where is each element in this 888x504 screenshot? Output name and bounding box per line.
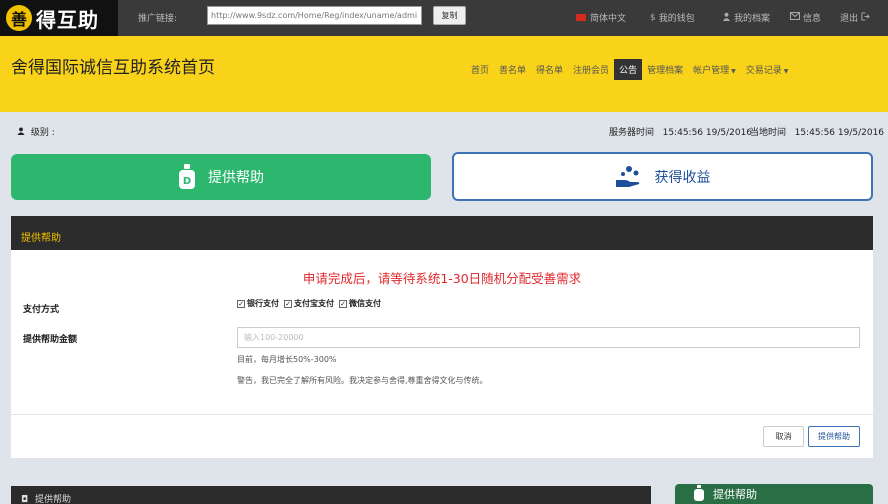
top-bar: 善 得互助 推广链接: 复制 简体中文 $ 我的钱包 我的档案 信息 退出: [0, 0, 888, 36]
server-time: 服务器时间 15:45:56 19/5/2016: [609, 125, 752, 138]
messages-label: 信息: [803, 14, 822, 24]
wallet-label: 我的钱包: [658, 14, 695, 24]
language-label: 简体中文: [590, 14, 627, 24]
top-nav-messages[interactable]: 信息: [790, 11, 821, 24]
promo-link-input[interactable]: [207, 6, 422, 25]
payment-options: ✓ 银行支付 ✓ 支付宝支付 ✓ 微信支付: [237, 298, 386, 309]
bottom-panel-title: 提供帮助: [35, 495, 72, 504]
payment-bank-label: 银行支付: [247, 299, 279, 308]
nav-receiver-list[interactable]: 得名单: [531, 59, 568, 80]
level-label: 级别 :: [30, 128, 55, 138]
envelope-icon: [790, 12, 800, 23]
checkbox-checked-icon[interactable]: ✓: [284, 299, 292, 308]
level-info: 级别 :: [17, 125, 55, 138]
caret-down-icon: ▼: [783, 68, 789, 75]
server-time-label: 服务器时间: [609, 128, 655, 138]
coins-hand-icon: [615, 164, 643, 190]
nav-account-management[interactable]: 帐户管理 ▼: [688, 59, 741, 80]
amount-input[interactable]: 输入100-20000: [237, 327, 860, 348]
top-nav-language[interactable]: 简体中文: [576, 11, 626, 24]
top-nav-profile[interactable]: 我的档案: [722, 11, 770, 24]
user-icon: [722, 12, 731, 24]
logo-text: 得互助: [36, 7, 99, 32]
server-time-value: 15:45:56 19/5/2016: [662, 128, 753, 138]
get-benefit-button[interactable]: 获得收益: [452, 152, 873, 201]
local-time-label: 当地时间: [750, 128, 787, 138]
checkbox-checked-icon[interactable]: ✓: [339, 299, 347, 308]
nav-register-member[interactable]: 注册会员: [568, 59, 614, 80]
logout-label: 退出: [840, 14, 859, 24]
logo-mark: 善: [6, 5, 32, 31]
list-icon: ◘: [21, 495, 29, 504]
growth-hint: 目前，每月增长50%-300%: [237, 355, 337, 364]
logout-icon: [861, 11, 870, 24]
nav-transaction-records-label: 交易记录: [745, 66, 782, 76]
checkbox-checked-icon[interactable]: ✓: [237, 299, 245, 308]
top-nav-logout[interactable]: 退出: [840, 11, 873, 24]
payment-alipay-label: 支付宝支付: [294, 299, 334, 308]
payment-method-label: 支付方式: [23, 305, 60, 315]
bottom-provide-help-label: 提供帮助: [713, 488, 757, 501]
user-icon: [17, 127, 28, 138]
provide-help-button[interactable]: D 提供帮助: [11, 154, 431, 200]
caret-down-icon: ▼: [731, 68, 736, 75]
provide-help-panel: 提供帮助 申请完成后，请等待系统1-30日随机分配受善需求 支付方式 ✓ 银行支…: [11, 216, 873, 458]
svg-text:D: D: [183, 176, 191, 187]
cancel-button[interactable]: 取消: [763, 426, 804, 447]
nav-account-management-label: 帐户管理: [693, 66, 730, 76]
nav-transaction-records[interactable]: 交易记录 ▼: [741, 59, 794, 80]
nav-manage-profile[interactable]: 管理档案: [642, 59, 688, 80]
amount-label: 提供帮助金额: [23, 335, 78, 345]
payment-bank-option[interactable]: ✓ 银行支付: [237, 298, 279, 309]
money-bag-icon: D: [178, 164, 196, 190]
payment-alipay-option[interactable]: ✓ 支付宝支付: [284, 298, 334, 309]
get-benefit-label: 获得收益: [654, 169, 711, 186]
main-nav: 首页 善名单 得名单 注册会员 公告 管理档案 帐户管理 ▼ 交易记录 ▼: [466, 59, 793, 80]
local-time-value: 15:45:56 19/5/2016: [794, 128, 885, 138]
top-nav-wallet[interactable]: $ 我的钱包: [650, 11, 695, 25]
notice-text: 申请完成后，请等待系统1-30日随机分配受善需求: [302, 271, 582, 286]
promo-link-label: 推广链接:: [138, 14, 178, 24]
submit-provide-help-button[interactable]: 提供帮助: [808, 426, 860, 447]
bottom-provide-help-button[interactable]: 提供帮助: [675, 484, 873, 504]
provide-help-label: 提供帮助: [208, 170, 264, 186]
dollar-icon: $: [650, 12, 656, 23]
money-bag-icon: [693, 484, 705, 504]
payment-wechat-label: 微信支付: [349, 299, 381, 308]
bottom-panel-header: ◘ 提供帮助: [11, 486, 651, 504]
local-time: 当地时间 15:45:56 19/5/2016: [750, 125, 884, 138]
logo[interactable]: 善 得互助: [0, 0, 118, 36]
profile-label: 我的档案: [734, 14, 771, 24]
payment-wechat-option[interactable]: ✓ 微信支付: [339, 298, 381, 309]
panel-footer: 取消 提供帮助: [11, 414, 873, 458]
risk-warning: 警告，我已完全了解所有风险。我决定参与舍得,尊重舍得文化与传统。: [237, 376, 488, 385]
site-title: 舍得国际诚信互助系统首页: [11, 58, 215, 78]
china-flag-icon: [576, 14, 586, 21]
panel-title: 提供帮助: [11, 216, 873, 250]
site-header: 舍得国际诚信互助系统首页 首页 善名单 得名单 注册会员 公告 管理档案 帐户管…: [0, 36, 888, 112]
nav-giver-list[interactable]: 善名单: [494, 59, 531, 80]
nav-announcement[interactable]: 公告: [614, 59, 643, 80]
nav-home[interactable]: 首页: [466, 59, 494, 80]
copy-button[interactable]: 复制: [433, 6, 466, 25]
